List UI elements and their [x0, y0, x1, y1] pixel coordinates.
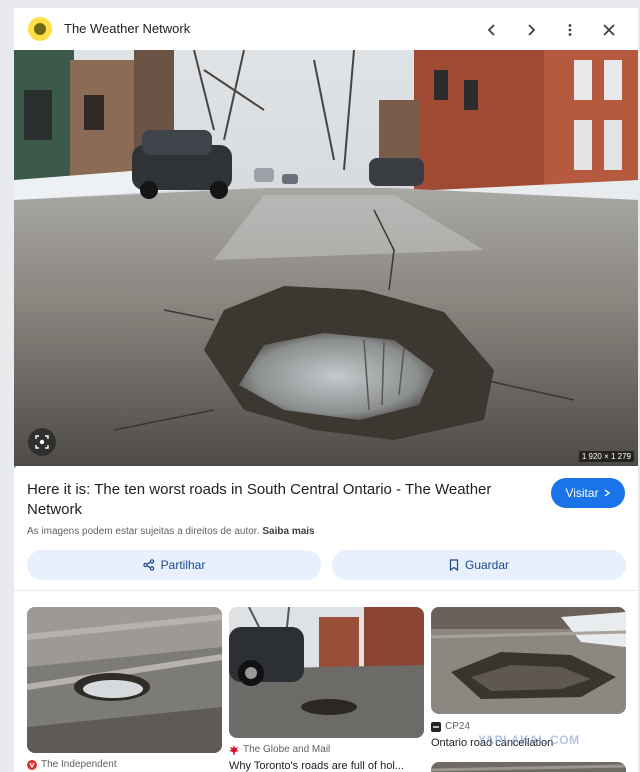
- visit-button[interactable]: Visitar: [551, 478, 625, 508]
- related-source-1: The Independent: [27, 759, 117, 770]
- result-title[interactable]: Here it is: The ten worst roads in South…: [27, 480, 507, 520]
- share-button[interactable]: Partilhar: [27, 550, 321, 580]
- related-image-2[interactable]: [229, 607, 424, 738]
- independent-logo-icon: [27, 759, 37, 770]
- related-image-3[interactable]: [431, 607, 626, 714]
- related-caption-2[interactable]: Why Toronto's roads are full of hol...: [229, 760, 424, 772]
- section-divider: [14, 590, 638, 591]
- share-label: Partilhar: [160, 558, 206, 572]
- related-source-label: CP24: [445, 721, 471, 732]
- share-icon: [142, 559, 154, 571]
- lens-icon[interactable]: [28, 428, 56, 456]
- save-label: Guardar: [464, 558, 510, 572]
- image-dimensions: 1 920 × 1 279: [578, 451, 634, 462]
- chevron-right-icon: [604, 489, 610, 497]
- cp24-logo-icon: [431, 721, 441, 732]
- more-vert-icon[interactable]: [556, 16, 584, 44]
- close-icon[interactable]: [595, 16, 623, 44]
- maple-leaf-icon: [229, 744, 239, 755]
- rights-text: As imagens podem estar sujeitas a direit…: [27, 526, 260, 537]
- watermark: YAPLAKAL.COM: [478, 733, 580, 747]
- save-button[interactable]: Guardar: [332, 550, 626, 580]
- bookmark-icon: [449, 559, 459, 571]
- related-image-1[interactable]: [27, 607, 222, 753]
- learn-more-link[interactable]: Saiba mais: [262, 526, 314, 537]
- related-source-2: The Globe and Mail: [229, 744, 330, 755]
- chevron-left-icon[interactable]: [478, 16, 506, 44]
- related-source-3: CP24: [431, 721, 470, 732]
- copyright-notice: As imagens podem estar sujeitas a direit…: [27, 526, 315, 537]
- site-favicon: [28, 17, 52, 41]
- main-image-pothole[interactable]: 1 920 × 1 279: [14, 50, 638, 466]
- related-source-label: The Independent: [41, 759, 117, 770]
- site-name[interactable]: The Weather Network: [64, 21, 190, 36]
- visit-label: Visitar: [565, 486, 599, 500]
- related-image-4[interactable]: [431, 762, 626, 772]
- related-source-label: The Globe and Mail: [243, 744, 331, 755]
- image-viewer-panel: The Weather Network 1 920 × 1 279 Here i…: [14, 8, 638, 772]
- viewer-header: The Weather Network: [14, 8, 638, 50]
- chevron-right-icon[interactable]: [517, 16, 545, 44]
